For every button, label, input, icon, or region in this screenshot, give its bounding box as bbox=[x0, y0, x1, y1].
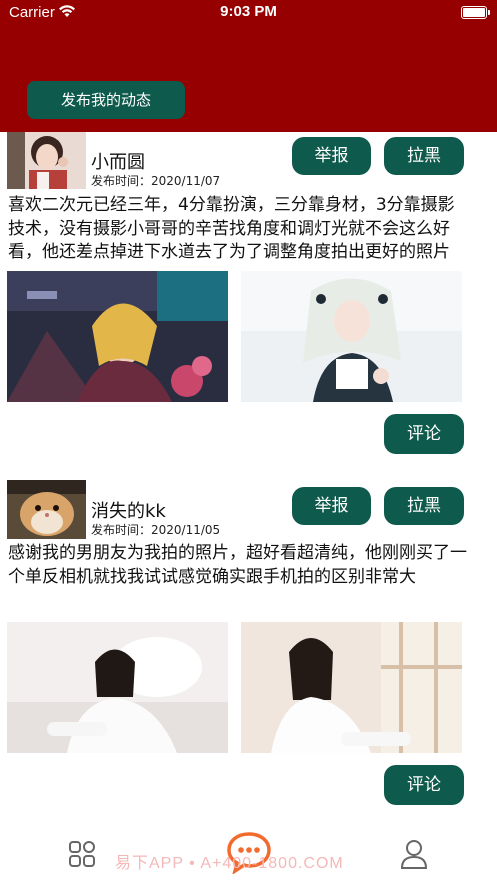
post-text: 感谢我的男朋友为我拍的照片，超好看超清纯，他刚刚买了一个单反相机就找我试试感觉确… bbox=[8, 543, 467, 587]
clock-time: 9:03 PM bbox=[220, 3, 277, 20]
post-timestamp: 发布时间：2020/11/05 bbox=[91, 523, 221, 537]
grid-icon[interactable] bbox=[68, 840, 96, 868]
comment-button[interactable]: 评论 bbox=[384, 414, 464, 454]
post-photo[interactable] bbox=[241, 622, 462, 753]
block-button[interactable]: 拉黑 bbox=[384, 137, 464, 175]
avatar[interactable] bbox=[7, 480, 86, 539]
person-icon[interactable] bbox=[399, 838, 429, 870]
post-card: 消失的kk 发布时间：2020/11/05 举报 拉黑 感谢我的男朋友为我拍的照… bbox=[0, 480, 497, 810]
username[interactable]: 消失的kk bbox=[91, 497, 166, 523]
comment-button[interactable]: 评论 bbox=[384, 765, 464, 805]
post-photo[interactable] bbox=[7, 271, 228, 402]
report-button[interactable]: 举报 bbox=[292, 487, 371, 525]
post-card: 小而圆 发布时间：2020/11/07 举报 拉黑 喜欢二次元已经三年，4分靠扮… bbox=[0, 132, 497, 462]
post-timestamp: 发布时间：2020/11/07 bbox=[91, 174, 221, 188]
post-photo[interactable] bbox=[7, 622, 228, 753]
status-bar: Carrier 9:03 PM bbox=[0, 0, 497, 26]
post-photo[interactable] bbox=[241, 271, 462, 402]
post-text: 喜欢二次元已经三年，4分靠扮演，三分靠身材，3分靠摄影技术，没有摄影小哥哥的辛苦… bbox=[8, 195, 455, 262]
username[interactable]: 小而圆 bbox=[91, 148, 145, 174]
avatar[interactable] bbox=[7, 132, 86, 189]
report-button[interactable]: 举报 bbox=[292, 137, 371, 175]
watermark-text: 易下APP • A+400-1800.COM bbox=[115, 855, 344, 872]
publish-post-button[interactable]: 发布我的动态 bbox=[27, 81, 185, 119]
block-button[interactable]: 拉黑 bbox=[384, 487, 464, 525]
header-bar: Carrier 9:03 PM 发布我的动态 bbox=[0, 0, 497, 132]
battery-icon bbox=[461, 6, 490, 19]
